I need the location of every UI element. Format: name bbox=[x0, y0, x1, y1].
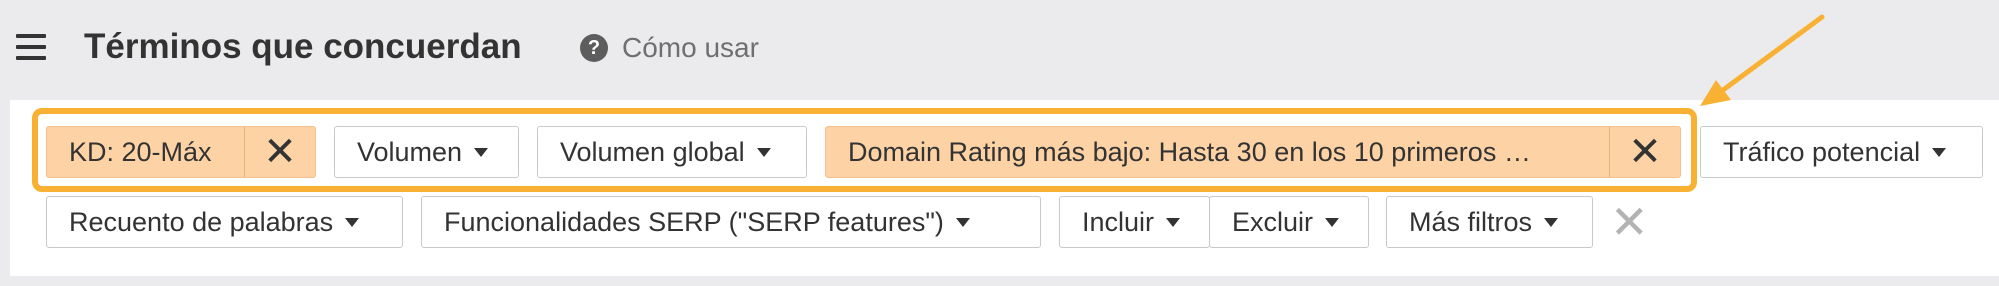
filter-dropdown-excluir[interactable]: Excluir bbox=[1209, 196, 1369, 248]
header: Términos que concuerdan ? Cómo usar bbox=[0, 0, 1999, 100]
filter-dropdown-label: Más filtros bbox=[1409, 206, 1533, 237]
filter-dropdown-label: Funcionalidades SERP ("SERP features") bbox=[444, 206, 944, 237]
caret-down-icon bbox=[1166, 217, 1181, 227]
filter-dropdown-incluir[interactable]: Incluir bbox=[1059, 196, 1210, 248]
filter-dropdown-label: Volumen bbox=[357, 136, 463, 167]
caret-down-icon bbox=[955, 217, 970, 227]
filter-dropdown-label: Incluir bbox=[1082, 206, 1155, 237]
filter-dropdown-mas-filtros[interactable]: Más filtros bbox=[1386, 196, 1593, 248]
filter-chip-label: Domain Rating más bajo: Hasta 30 en los … bbox=[848, 136, 1531, 167]
hamburger-menu-icon[interactable] bbox=[16, 34, 46, 60]
filter-dropdown-volumen-global[interactable]: Volumen global bbox=[537, 126, 807, 178]
filter-dropdown-recuento-palabras[interactable]: Recuento de palabras bbox=[46, 196, 403, 248]
page-title: Términos que concuerdan bbox=[84, 27, 522, 66]
filter-dropdown-trafico-potencial[interactable]: Tráfico potencial bbox=[1700, 126, 1983, 178]
filter-dropdown-label: Excluir bbox=[1232, 206, 1314, 237]
caret-down-icon bbox=[345, 217, 360, 227]
filter-dropdown-label: Tráfico potencial bbox=[1723, 136, 1921, 167]
filter-chip-label: KD: 20-Máx bbox=[69, 136, 212, 167]
help-icon[interactable]: ? bbox=[580, 34, 608, 62]
filter-dropdown-label: Recuento de palabras bbox=[69, 206, 334, 237]
page: Términos que concuerdan ? Cómo usar KD: … bbox=[0, 0, 1999, 286]
help-link[interactable]: Cómo usar bbox=[622, 30, 759, 66]
filter-chip-domain-rating[interactable]: Domain Rating más bajo: Hasta 30 en los … bbox=[825, 126, 1681, 178]
caret-down-icon bbox=[1325, 217, 1340, 227]
clear-filters-close-icon[interactable]: ✕ bbox=[1610, 196, 1649, 248]
caret-down-icon bbox=[474, 147, 489, 157]
remove-filter-close-icon[interactable]: ✕ bbox=[1609, 127, 1680, 177]
caret-down-icon bbox=[1544, 217, 1559, 227]
filter-dropdown-volumen[interactable]: Volumen bbox=[334, 126, 519, 178]
remove-filter-close-icon[interactable]: ✕ bbox=[244, 127, 315, 177]
filter-dropdown-serp-features[interactable]: Funcionalidades SERP ("SERP features") bbox=[421, 196, 1041, 248]
caret-down-icon bbox=[1932, 147, 1947, 157]
filter-chip-kd[interactable]: KD: 20-Máx ✕ bbox=[46, 126, 316, 178]
filter-dropdown-label: Volumen global bbox=[560, 136, 745, 167]
caret-down-icon bbox=[756, 147, 771, 157]
